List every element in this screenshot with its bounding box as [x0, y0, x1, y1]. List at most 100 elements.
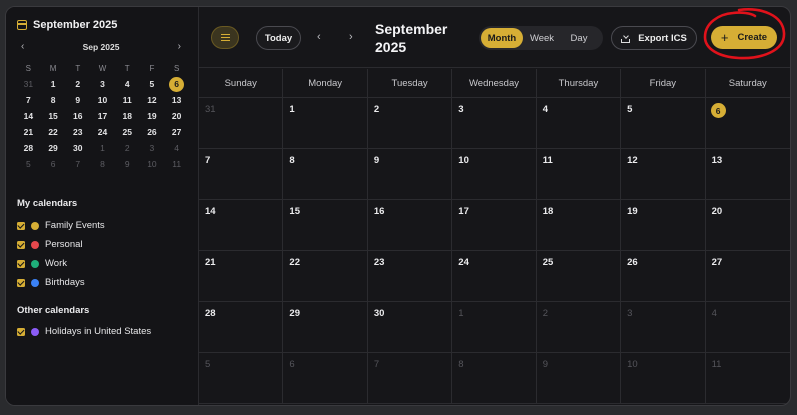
mini-day[interactable]: 13	[164, 92, 189, 108]
mini-day[interactable]: 21	[16, 124, 41, 140]
day-cell[interactable]: 8	[283, 149, 368, 200]
mini-day[interactable]: 7	[16, 92, 41, 108]
mini-day[interactable]: 3	[140, 140, 165, 156]
day-cell[interactable]: 21	[199, 251, 284, 302]
day-cell[interactable]: 28	[199, 302, 284, 353]
day-cell[interactable]: 30	[367, 302, 453, 353]
day-cell[interactable]: 31	[199, 98, 284, 149]
day-cell[interactable]: 9	[536, 353, 622, 404]
mini-day[interactable]: 3	[90, 76, 115, 92]
calendar-item[interactable]: Holidays in United States	[17, 322, 151, 341]
mini-day[interactable]: 25	[115, 124, 140, 140]
mini-day[interactable]: 10	[90, 92, 115, 108]
day-cell[interactable]: 7	[367, 353, 453, 404]
day-cell[interactable]: 16	[367, 200, 453, 251]
day-cell[interactable]: 14	[199, 200, 284, 251]
checkbox-checked-icon[interactable]	[17, 221, 25, 230]
day-cell[interactable]: 15	[283, 200, 368, 251]
export-ics-button[interactable]: Export ICS	[611, 26, 697, 50]
create-button[interactable]: + Create	[711, 26, 777, 49]
mini-day[interactable]: 23	[65, 124, 90, 140]
day-cell[interactable]: 5	[199, 353, 284, 404]
day-cell[interactable]: 6	[283, 353, 368, 404]
checkbox-checked-icon[interactable]	[17, 327, 25, 336]
mini-day[interactable]: 12	[140, 92, 165, 108]
day-cell[interactable]: 17	[452, 200, 537, 251]
mini-day[interactable]: 4	[164, 140, 189, 156]
day-cell[interactable]: 26	[621, 251, 706, 302]
mini-day[interactable]: 6	[41, 156, 66, 172]
mini-day[interactable]: 5	[140, 76, 165, 92]
mini-day[interactable]: 15	[41, 108, 66, 124]
view-tab-week[interactable]: Week	[523, 28, 561, 48]
mini-day[interactable]: 20	[164, 108, 189, 124]
mini-day[interactable]: 7	[65, 156, 90, 172]
day-cell[interactable]: 3	[621, 302, 706, 353]
day-cell[interactable]: 6	[705, 98, 790, 149]
day-cell[interactable]: 29	[283, 302, 368, 353]
day-cell[interactable]: 12	[621, 149, 706, 200]
checkbox-checked-icon[interactable]	[17, 259, 25, 268]
menu-button[interactable]	[211, 26, 239, 49]
day-cell[interactable]: 19	[621, 200, 706, 251]
mini-day[interactable]: 9	[65, 92, 90, 108]
mini-day[interactable]: 2	[65, 76, 90, 92]
day-cell[interactable]: 4	[536, 98, 622, 149]
mini-day[interactable]: 19	[140, 108, 165, 124]
mini-day[interactable]: 11	[115, 92, 140, 108]
mini-day[interactable]: 22	[41, 124, 66, 140]
day-cell[interactable]: 10	[452, 149, 537, 200]
mini-day[interactable]: 24	[90, 124, 115, 140]
mini-day[interactable]: 29	[41, 140, 66, 156]
calendar-item[interactable]: Personal	[17, 235, 105, 254]
mini-day[interactable]: 2	[115, 140, 140, 156]
day-cell[interactable]: 23	[367, 251, 453, 302]
mini-day[interactable]: 30	[65, 140, 90, 156]
mini-day[interactable]: 8	[90, 156, 115, 172]
mini-day[interactable]: 1	[90, 140, 115, 156]
mini-day[interactable]: 9	[115, 156, 140, 172]
mini-day[interactable]: 31	[16, 76, 41, 92]
day-cell[interactable]: 24	[452, 251, 537, 302]
prev-month-icon[interactable]: ‹	[317, 31, 321, 43]
next-month-icon[interactable]: ›	[349, 31, 353, 43]
mini-day[interactable]: 8	[41, 92, 66, 108]
mini-day[interactable]: 1	[41, 76, 66, 92]
day-cell[interactable]: 7	[199, 149, 284, 200]
mini-day[interactable]: 27	[164, 124, 189, 140]
day-cell[interactable]: 1	[283, 98, 368, 149]
day-cell[interactable]: 9	[367, 149, 453, 200]
mini-day[interactable]: 28	[16, 140, 41, 156]
mini-day[interactable]: 6	[164, 76, 189, 92]
calendar-item[interactable]: Birthdays	[17, 273, 105, 292]
view-tab-day[interactable]: Day	[561, 28, 597, 48]
mini-day[interactable]: 4	[115, 76, 140, 92]
day-cell[interactable]: 13	[705, 149, 790, 200]
today-button[interactable]: Today	[256, 26, 301, 50]
mini-day[interactable]: 18	[115, 108, 140, 124]
day-cell[interactable]: 27	[705, 251, 790, 302]
day-cell[interactable]: 3	[452, 98, 537, 149]
mini-day[interactable]: 14	[16, 108, 41, 124]
day-cell[interactable]: 25	[536, 251, 622, 302]
calendar-item[interactable]: Work	[17, 254, 105, 273]
checkbox-checked-icon[interactable]	[17, 278, 25, 287]
day-cell[interactable]: 20	[705, 200, 790, 251]
day-cell[interactable]: 4	[705, 302, 790, 353]
checkbox-checked-icon[interactable]	[17, 240, 25, 249]
calendar-item[interactable]: Family Events	[17, 216, 105, 235]
day-cell[interactable]: 18	[536, 200, 622, 251]
mini-day[interactable]: 11	[164, 156, 189, 172]
view-tab-month[interactable]: Month	[481, 28, 523, 48]
mini-day[interactable]: 17	[90, 108, 115, 124]
day-cell[interactable]: 2	[367, 98, 453, 149]
day-cell[interactable]: 10	[621, 353, 706, 404]
mini-day[interactable]: 16	[65, 108, 90, 124]
mini-day[interactable]: 26	[140, 124, 165, 140]
day-cell[interactable]: 11	[705, 353, 790, 404]
day-cell[interactable]: 22	[283, 251, 368, 302]
mini-next-month-icon[interactable]: ›	[178, 41, 181, 52]
mini-day[interactable]: 5	[16, 156, 41, 172]
day-cell[interactable]: 8	[452, 353, 537, 404]
mini-day[interactable]: 10	[140, 156, 165, 172]
